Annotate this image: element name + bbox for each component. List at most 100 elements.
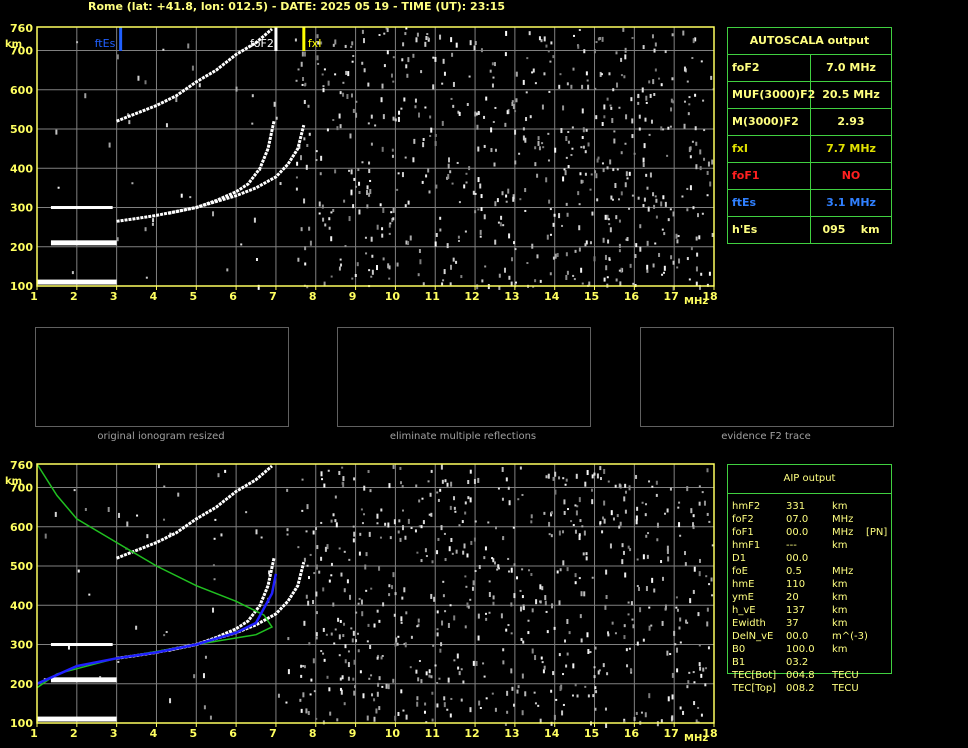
noise-dot bbox=[475, 661, 478, 667]
noise-dot bbox=[407, 57, 410, 63]
noise-dot bbox=[683, 100, 686, 103]
noise-dot bbox=[574, 249, 577, 253]
aip-cell: MHz bbox=[832, 514, 854, 525]
noise-dot bbox=[579, 172, 582, 176]
noise-dot bbox=[563, 168, 566, 171]
noise-dot bbox=[703, 129, 706, 132]
noise-dot bbox=[635, 711, 638, 715]
noise-dot bbox=[643, 197, 646, 202]
noise-dot bbox=[580, 179, 583, 184]
noise-dot bbox=[381, 233, 384, 238]
noise-dot bbox=[400, 621, 403, 624]
noise-dot bbox=[530, 514, 533, 519]
noise-dot bbox=[400, 689, 403, 694]
noise-dot bbox=[641, 501, 644, 504]
noise-dot bbox=[502, 648, 505, 652]
noise-dot bbox=[626, 177, 629, 180]
noise-dot bbox=[332, 43, 335, 47]
noise-dot bbox=[451, 182, 454, 185]
noise-dot bbox=[585, 552, 588, 556]
noise-dot bbox=[464, 230, 467, 233]
noise-dot bbox=[516, 689, 519, 694]
noise-dot bbox=[474, 520, 477, 523]
marker-fxi bbox=[302, 27, 306, 51]
noise-dot bbox=[464, 575, 467, 578]
noise-dot bbox=[438, 677, 441, 680]
noise-dot bbox=[457, 235, 460, 239]
noise-dot bbox=[583, 49, 586, 54]
noise-dot bbox=[449, 505, 452, 510]
echo-band bbox=[50, 677, 117, 683]
noise-dot bbox=[564, 639, 567, 643]
noise-dot bbox=[596, 158, 599, 163]
noise-dot bbox=[566, 212, 569, 217]
noise-dot bbox=[702, 667, 705, 672]
noise-dot bbox=[638, 114, 641, 119]
noise-dot bbox=[116, 54, 119, 60]
noise-dot bbox=[491, 62, 494, 66]
noise-dot bbox=[389, 536, 392, 540]
noise-dot bbox=[405, 714, 408, 720]
noise-dot bbox=[642, 638, 645, 642]
noise-dot bbox=[699, 149, 702, 155]
noise-dot bbox=[649, 93, 652, 98]
noise-dot bbox=[695, 236, 698, 241]
noise-dot bbox=[586, 470, 589, 476]
noise-dot bbox=[378, 565, 381, 571]
noise-dot bbox=[611, 118, 614, 124]
autoscala-value: NO bbox=[841, 169, 861, 182]
noise-dot bbox=[327, 469, 330, 472]
noise-dot bbox=[505, 200, 508, 203]
noise-dot bbox=[560, 128, 563, 134]
noise-dot bbox=[654, 195, 657, 198]
noise-dot bbox=[375, 265, 378, 271]
noise-dot bbox=[697, 706, 700, 709]
noise-dot bbox=[567, 165, 570, 169]
aip-row: foF2 07.0 MHz bbox=[732, 513, 892, 526]
noise-dot bbox=[584, 150, 587, 154]
noise-dot bbox=[320, 471, 323, 477]
noise-dot bbox=[653, 48, 656, 53]
noise-dot bbox=[497, 221, 500, 224]
noise-dot bbox=[358, 191, 361, 195]
aip-cell: h_vE bbox=[732, 605, 756, 616]
noise-dot bbox=[322, 85, 325, 88]
noise-dot bbox=[630, 97, 633, 102]
noise-dot bbox=[477, 110, 480, 115]
noise-dot bbox=[330, 236, 333, 242]
noise-dot bbox=[501, 537, 504, 540]
noise-dot bbox=[418, 499, 421, 503]
noise-dot bbox=[315, 632, 318, 637]
noise-dot bbox=[404, 204, 407, 208]
noise-dot bbox=[542, 669, 545, 674]
noise-dot bbox=[423, 710, 426, 714]
noise-dot bbox=[397, 635, 400, 638]
noise-dot bbox=[540, 656, 543, 660]
noise-dot bbox=[571, 126, 574, 129]
noise-dot bbox=[688, 278, 691, 281]
noise-dot bbox=[660, 201, 663, 207]
y-tick-label: 760 bbox=[10, 22, 33, 35]
noise-dot bbox=[534, 655, 537, 661]
noise-dot bbox=[325, 633, 328, 636]
noise-dot bbox=[300, 227, 303, 232]
noise-dot bbox=[151, 222, 154, 226]
noise-dot bbox=[594, 686, 597, 690]
noise-dot bbox=[589, 241, 592, 245]
noise-dot bbox=[363, 68, 366, 73]
noise-dot bbox=[685, 619, 688, 624]
noise-dot bbox=[474, 192, 477, 195]
noise-dot bbox=[547, 50, 550, 53]
noise-dot bbox=[494, 148, 497, 152]
noise-dot bbox=[539, 600, 542, 603]
noise-dot bbox=[533, 691, 536, 694]
aip-cell: km bbox=[832, 618, 848, 629]
y-tick-label: 200 bbox=[10, 678, 33, 691]
noise-dot bbox=[452, 81, 455, 87]
y-axis-label: km bbox=[5, 39, 22, 50]
noise-dot bbox=[362, 38, 365, 44]
noise-dot bbox=[655, 198, 658, 203]
noise-dot bbox=[595, 41, 598, 44]
noise-dot bbox=[304, 262, 307, 266]
noise-dot bbox=[521, 595, 524, 599]
